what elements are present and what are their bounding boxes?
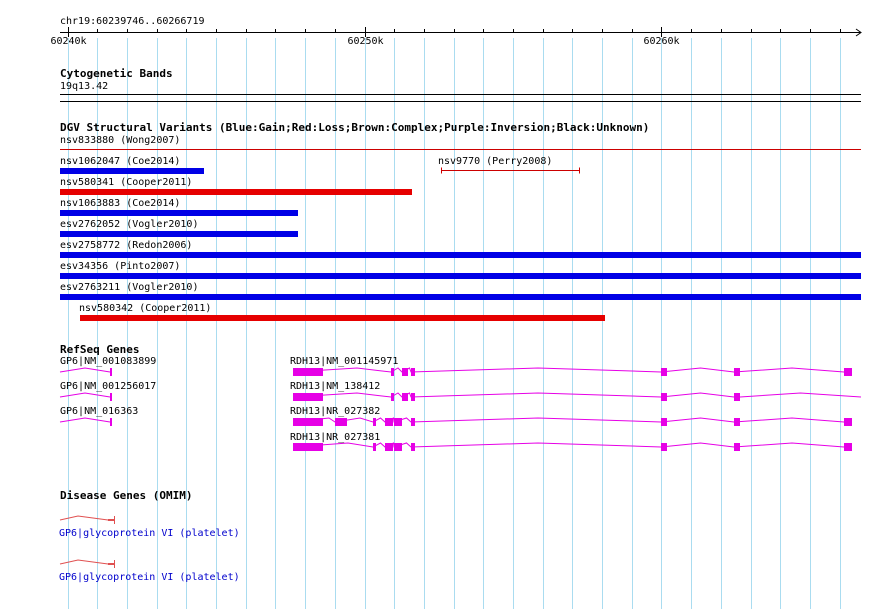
exon-block bbox=[110, 368, 112, 376]
exon-block bbox=[661, 393, 667, 401]
exon-block bbox=[385, 418, 393, 426]
intron-line bbox=[59, 392, 111, 398]
genome-browser-panel: 60240k 60250k 60260k chr19:60239746..60266… bbox=[0, 0, 890, 609]
intron-line bbox=[59, 367, 111, 373]
exon-block bbox=[661, 418, 667, 426]
exon-block bbox=[385, 443, 393, 451]
exon-block bbox=[411, 418, 415, 426]
dgv-track-title: DGV Structural Variants (Blue:Gain;Red:L… bbox=[60, 121, 650, 134]
gene-label[interactable]: RDH13|NM_001145971 bbox=[290, 356, 398, 368]
exon-block bbox=[373, 443, 376, 451]
exon-block bbox=[394, 443, 402, 451]
variant-label[interactable]: nsv1063883 (Coe2014) bbox=[60, 198, 180, 210]
exon-block bbox=[391, 393, 394, 401]
variant-label[interactable]: nsv580341 (Cooper2011) bbox=[60, 177, 192, 189]
omim-gene-line bbox=[59, 559, 109, 565]
intron-line bbox=[292, 392, 862, 398]
variant-label[interactable]: esv34356 (Pinto2007) bbox=[60, 261, 180, 273]
cytoband-label: 19q13.42 bbox=[60, 81, 109, 92]
variant-label[interactable]: esv2758772 (Redon2006) bbox=[60, 240, 192, 252]
variant-bar bbox=[80, 315, 605, 321]
variant-bar bbox=[60, 189, 412, 195]
exon-block bbox=[391, 368, 394, 376]
exon-block bbox=[293, 393, 323, 401]
exon-block bbox=[373, 418, 376, 426]
exon-block bbox=[335, 418, 347, 426]
exon-block bbox=[844, 368, 852, 376]
cytoband-track-title: Cytogenetic Bands bbox=[60, 67, 173, 80]
exon-block bbox=[734, 418, 740, 426]
exon-block bbox=[734, 368, 740, 376]
exon-block bbox=[402, 368, 408, 376]
exon-block bbox=[293, 368, 323, 376]
intron-line bbox=[59, 417, 111, 423]
exon-block bbox=[411, 368, 415, 376]
ruler-tick-label: 60250k bbox=[347, 36, 383, 47]
omim-entry-label[interactable]: GP6|glycoprotein VI (platelet) bbox=[59, 528, 240, 540]
exon-block bbox=[734, 393, 740, 401]
variant-label[interactable]: esv2762052 (Vogler2010) bbox=[60, 219, 198, 231]
variant-bar bbox=[60, 252, 861, 258]
omim-track-title: Disease Genes (OMIM) bbox=[60, 489, 193, 502]
variant-label[interactable]: esv2763211 (Vogler2010) bbox=[60, 282, 198, 294]
exon-block bbox=[411, 443, 415, 451]
ruler-tick-label: 60260k bbox=[643, 36, 679, 47]
exon-block bbox=[402, 393, 408, 401]
ruler-location: chr19:60239746..60266719 bbox=[60, 16, 205, 27]
gene-label[interactable]: GP6|NM_001256017 bbox=[60, 381, 156, 393]
exon-block bbox=[293, 443, 323, 451]
exon-block bbox=[394, 418, 402, 426]
variant-bar bbox=[60, 231, 298, 237]
exon-block bbox=[661, 368, 667, 376]
exon-block bbox=[734, 443, 740, 451]
refseq-track-title: RefSeq Genes bbox=[60, 343, 140, 356]
gene-label[interactable]: GP6|NM_016363 bbox=[60, 406, 138, 418]
omim-gene-exon bbox=[108, 563, 114, 565]
exon-block bbox=[293, 418, 323, 426]
variant-label[interactable]: nsv580342 (Cooper2011) bbox=[79, 303, 211, 315]
variant-bar bbox=[60, 210, 298, 216]
variant-bar bbox=[60, 294, 861, 300]
exon-block bbox=[661, 443, 667, 451]
exon-block bbox=[110, 418, 112, 426]
omim-gene-exon bbox=[108, 519, 114, 521]
exon-block bbox=[844, 418, 852, 426]
variant-label[interactable]: nsv1062047 (Coe2014) bbox=[60, 156, 180, 168]
exon-block bbox=[110, 393, 112, 401]
variant-bar bbox=[60, 168, 204, 174]
omim-gene-line bbox=[59, 515, 109, 521]
exon-block bbox=[411, 393, 415, 401]
gene-label[interactable]: RDH13|NR_027381 bbox=[290, 432, 380, 444]
intron-line bbox=[292, 367, 845, 373]
variant-label[interactable]: nsv833880 (Wong2007) bbox=[60, 135, 180, 147]
variant-label[interactable]: nsv9770 (Perry2008) bbox=[438, 156, 552, 168]
ruler-tick-label: 60240k bbox=[50, 36, 86, 47]
gene-label[interactable]: GP6|NM_001083899 bbox=[60, 356, 156, 368]
gene-label[interactable]: RDH13|NR_027382 bbox=[290, 406, 380, 418]
variant-bar bbox=[60, 273, 861, 279]
omim-entry-label[interactable]: GP6|glycoprotein VI (platelet) bbox=[59, 572, 240, 584]
gene-label[interactable]: RDH13|NM_138412 bbox=[290, 381, 380, 393]
exon-block bbox=[844, 443, 852, 451]
